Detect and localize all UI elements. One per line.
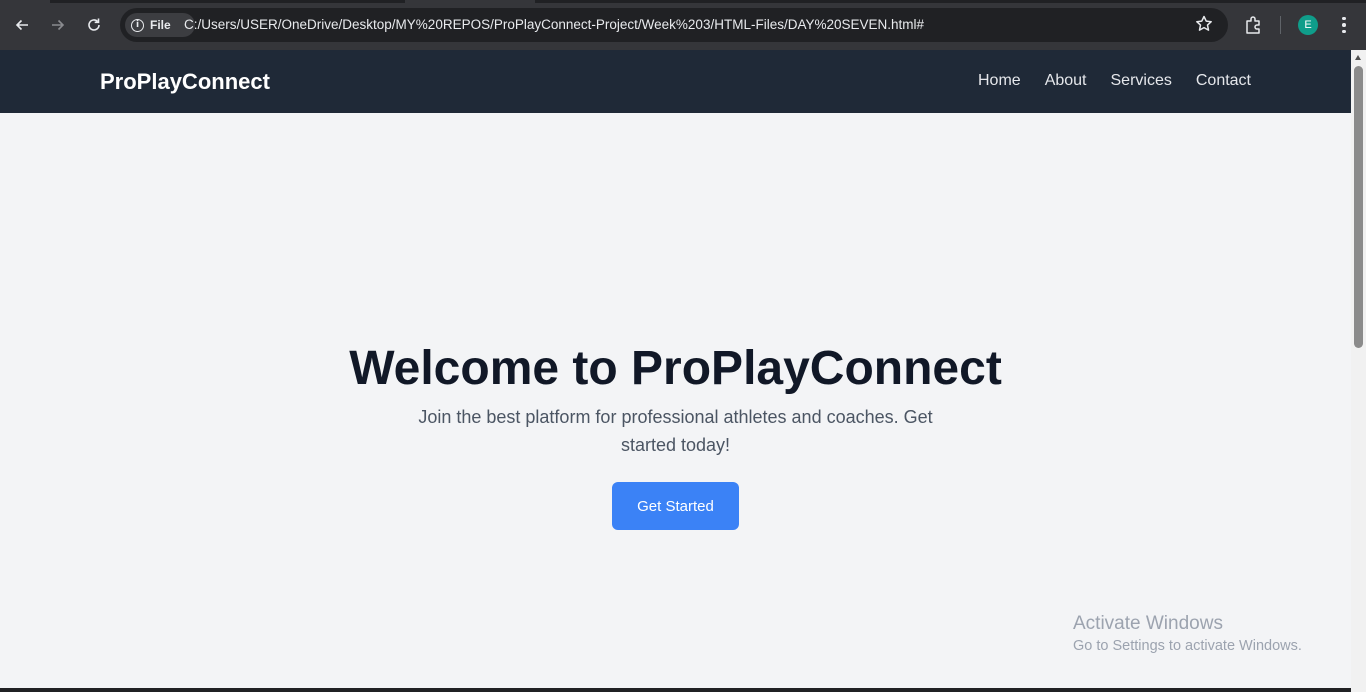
nav-link-about[interactable]: About <box>1045 72 1087 90</box>
arrow-left-icon <box>15 19 28 31</box>
browser-toolbar: i File C:/Users/USER/OneDrive/Desktop/MY… <box>0 0 1366 50</box>
tab-hint <box>405 0 535 3</box>
bookmark-star-icon[interactable] <box>1194 14 1214 34</box>
tab-strip-edge <box>0 0 1366 3</box>
reload-icon <box>88 18 100 31</box>
forward-button[interactable] <box>46 13 70 37</box>
address-bar[interactable]: i File C:/Users/USER/OneDrive/Desktop/MY… <box>120 8 1228 42</box>
site-brand[interactable]: ProPlayConnect <box>100 69 270 95</box>
nav-link-contact[interactable]: Contact <box>1196 72 1251 90</box>
info-icon: i <box>131 18 144 32</box>
arrow-right-icon <box>52 19 65 31</box>
hero-section: Welcome to ProPlayConnect Join the best … <box>0 113 1351 692</box>
site-chip-label: File <box>150 18 171 32</box>
reload-button[interactable] <box>82 13 106 37</box>
scrollbar-thumb[interactable] <box>1354 66 1363 348</box>
taskbar-edge <box>0 688 1351 692</box>
watermark-subtitle: Go to Settings to activate Windows. <box>1073 638 1302 654</box>
url-text[interactable]: C:/Users/USER/OneDrive/Desktop/MY%20REPO… <box>184 17 924 32</box>
page-scrollbar[interactable] <box>1351 50 1366 692</box>
watermark-title: Activate Windows <box>1073 613 1223 634</box>
back-button[interactable] <box>10 13 34 37</box>
tab-hint <box>0 0 50 3</box>
scroll-up-arrow-icon[interactable] <box>1355 55 1361 60</box>
site-navbar: ProPlayConnect Home About Services Conta… <box>0 50 1351 113</box>
browser-menu-icon[interactable] <box>1336 14 1352 36</box>
hero-subtitle: Join the best platform for professional … <box>418 407 933 455</box>
get-started-button[interactable]: Get Started <box>612 482 739 530</box>
nav-link-services[interactable]: Services <box>1111 72 1172 90</box>
nav-link-home[interactable]: Home <box>978 72 1021 90</box>
profile-avatar[interactable]: E <box>1298 15 1318 35</box>
toolbar-divider <box>1280 16 1281 34</box>
page-viewport: ProPlayConnect Home About Services Conta… <box>0 50 1351 692</box>
windows-activation-watermark: Activate Windows Go to Settings to activ… <box>1073 613 1302 654</box>
hero-title: Welcome to ProPlayConnect <box>349 342 1002 395</box>
nav-links: Home About Services Contact <box>978 72 1251 90</box>
extensions-puzzle-icon[interactable] <box>1243 14 1265 36</box>
